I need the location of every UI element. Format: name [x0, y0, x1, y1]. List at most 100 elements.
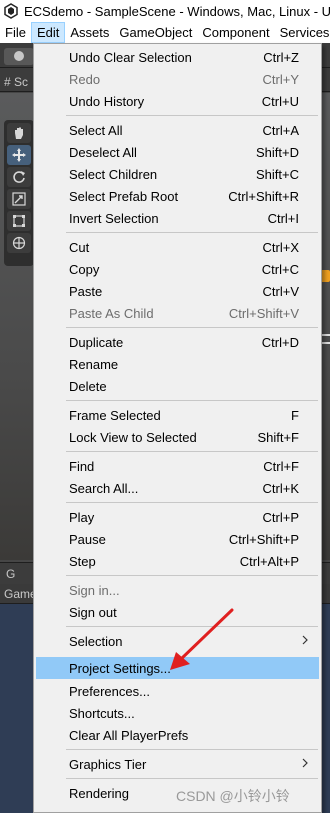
menu-item-label: Cut — [69, 240, 90, 255]
chevron-right-icon — [302, 635, 308, 645]
menu-item-cut[interactable]: Cut Ctrl+X — [36, 236, 319, 258]
menu-item-label: Selection — [69, 634, 123, 649]
menubar: File Edit Assets GameObject Component Se… — [0, 22, 330, 43]
menu-item-shortcut: Ctrl+Y — [262, 72, 299, 87]
menu-item-copy[interactable]: Copy Ctrl+C — [36, 258, 319, 280]
menu-item-rename[interactable]: Rename — [36, 353, 319, 375]
menu-component[interactable]: Component — [197, 22, 274, 43]
menu-item-step[interactable]: Step Ctrl+Alt+P — [36, 550, 319, 572]
menu-item-label: Delete — [69, 379, 107, 394]
menu-separator — [66, 451, 318, 452]
menu-item-label: Find — [69, 459, 95, 474]
menu-item-label: Step — [69, 554, 96, 569]
menu-services[interactable]: Services — [275, 22, 330, 43]
scale-tool-icon — [12, 192, 26, 206]
menu-item-deselect-all[interactable]: Deselect All Shift+D — [36, 141, 319, 163]
menu-item-sign-in: Sign in... — [36, 579, 319, 601]
menu-item-shortcut: Ctrl+A — [262, 123, 299, 138]
window-titlebar: ECSdemo - SampleScene - Windows, Mac, Li… — [0, 0, 330, 22]
menu-item-shortcut: Ctrl+U — [261, 94, 299, 109]
menu-item-shortcut: Shift+C — [256, 167, 299, 182]
account-button[interactable] — [4, 48, 34, 65]
move-tool-button[interactable] — [7, 145, 31, 165]
menu-item-frame-selected[interactable]: Frame Selected F — [36, 404, 319, 426]
menu-item-label: Lock View to Selected — [69, 430, 197, 445]
menu-item-paste[interactable]: Paste Ctrl+V — [36, 280, 319, 302]
menu-item-undo-history[interactable]: Undo History Ctrl+U — [36, 90, 319, 112]
menu-gameobject[interactable]: GameObject — [114, 22, 197, 43]
menu-item-label: Duplicate — [69, 335, 124, 350]
menu-item-label: Undo History — [69, 94, 145, 109]
watermark: CSDN @小铃小铃 — [176, 788, 290, 804]
menu-item-label: Select Children — [69, 167, 158, 182]
menu-item-shortcut: Shift+F — [257, 430, 299, 445]
menu-item-shortcut: Ctrl+F — [263, 459, 299, 474]
menu-item-paste-as-child: Paste As Child Ctrl+Shift+V — [36, 302, 319, 324]
transform-tool-icon — [12, 236, 26, 250]
menu-item-shortcut: Ctrl+Alt+P — [239, 554, 299, 569]
transform-tool-button[interactable] — [7, 233, 31, 253]
scene-tab[interactable]: # Sc — [4, 72, 34, 92]
menu-edit[interactable]: Edit — [30, 22, 66, 43]
menu-item-label: Play — [69, 510, 95, 525]
menu-item-shortcut: Ctrl+D — [261, 335, 299, 350]
menu-item-label: Select Prefab Root — [69, 189, 179, 204]
menu-separator — [66, 749, 318, 750]
menu-item-label: Invert Selection — [69, 211, 159, 226]
menu-item-redo: Redo Ctrl+Y — [36, 68, 319, 90]
menu-item-preferences[interactable]: Preferences... — [36, 680, 319, 702]
menu-separator — [66, 232, 318, 233]
menu-item-shortcut: Ctrl+Shift+V — [228, 306, 299, 321]
menu-item-select-all[interactable]: Select All Ctrl+A — [36, 119, 319, 141]
menu-item-label: Copy — [69, 262, 100, 277]
chevron-right-icon — [302, 758, 308, 768]
menu-separator — [66, 778, 318, 779]
menu-item-shortcuts[interactable]: Shortcuts... — [36, 702, 319, 724]
rect-tool-icon — [13, 215, 25, 227]
menu-item-label: Project Settings... — [69, 661, 171, 676]
menu-item-label: Search All... — [69, 481, 139, 496]
menu-assets[interactable]: Assets — [65, 22, 114, 43]
menu-item-label: Redo — [69, 72, 101, 87]
menu-item-find[interactable]: Find Ctrl+F — [36, 455, 319, 477]
menu-item-search-all[interactable]: Search All... Ctrl+K — [36, 477, 319, 499]
menu-item-shortcut: Ctrl+X — [262, 240, 299, 255]
menu-item-label: Deselect All — [69, 145, 137, 160]
menu-item-duplicate[interactable]: Duplicate Ctrl+D — [36, 331, 319, 353]
menu-item-delete[interactable]: Delete — [36, 375, 319, 397]
menu-item-shortcut: Ctrl+V — [262, 284, 299, 299]
menu-item-label: Undo Clear Selection — [69, 50, 192, 65]
menu-item-select-children[interactable]: Select Children Shift+C — [36, 163, 319, 185]
menu-item-label: Frame Selected — [69, 408, 161, 423]
menu-separator — [66, 115, 318, 116]
menu-separator — [66, 502, 318, 503]
menu-item-invert-selection[interactable]: Invert Selection Ctrl+I — [36, 207, 319, 229]
menu-item-graphics-tier[interactable]: Graphics Tier — [36, 753, 319, 775]
menu-item-shortcut: Ctrl+Z — [263, 50, 299, 65]
menu-item-undo-clear-selection[interactable]: Undo Clear Selection Ctrl+Z — [36, 46, 319, 68]
game-display-label[interactable]: Game — [4, 587, 37, 601]
menu-separator — [66, 575, 318, 576]
menu-item-shortcut: Ctrl+K — [262, 481, 299, 496]
rect-tool-button[interactable] — [7, 211, 31, 231]
menu-item-label: Select All — [69, 123, 123, 138]
menu-item-shortcut: Ctrl+Shift+R — [228, 189, 299, 204]
scene-tools-panel — [4, 120, 34, 266]
rotate-tool-button[interactable] — [7, 167, 31, 187]
menu-item-lock-view-to-selected[interactable]: Lock View to Selected Shift+F — [36, 426, 319, 448]
menu-file[interactable]: File — [0, 22, 31, 43]
menu-item-label: Rendering — [69, 786, 129, 801]
edit-menu-dropdown: Undo Clear Selection Ctrl+Z Redo Ctrl+Y Un… — [33, 43, 322, 813]
unity-logo-icon — [4, 3, 18, 19]
menu-item-shortcut: Shift+D — [256, 145, 299, 160]
hand-tool-button[interactable] — [7, 123, 31, 143]
menu-item-pause[interactable]: Pause Ctrl+Shift+P — [36, 528, 319, 550]
move-tool-icon — [12, 148, 26, 162]
menu-item-play[interactable]: Play Ctrl+P — [36, 506, 319, 528]
annotation-arrow-icon — [170, 608, 234, 670]
menu-item-clear-all-playerprefs[interactable]: Clear All PlayerPrefs — [36, 724, 319, 746]
menu-item-select-prefab-root[interactable]: Select Prefab Root Ctrl+Shift+R — [36, 185, 319, 207]
menu-item-label: Paste As Child — [69, 306, 154, 321]
game-tab[interactable]: G — [6, 567, 15, 581]
scale-tool-button[interactable] — [7, 189, 31, 209]
